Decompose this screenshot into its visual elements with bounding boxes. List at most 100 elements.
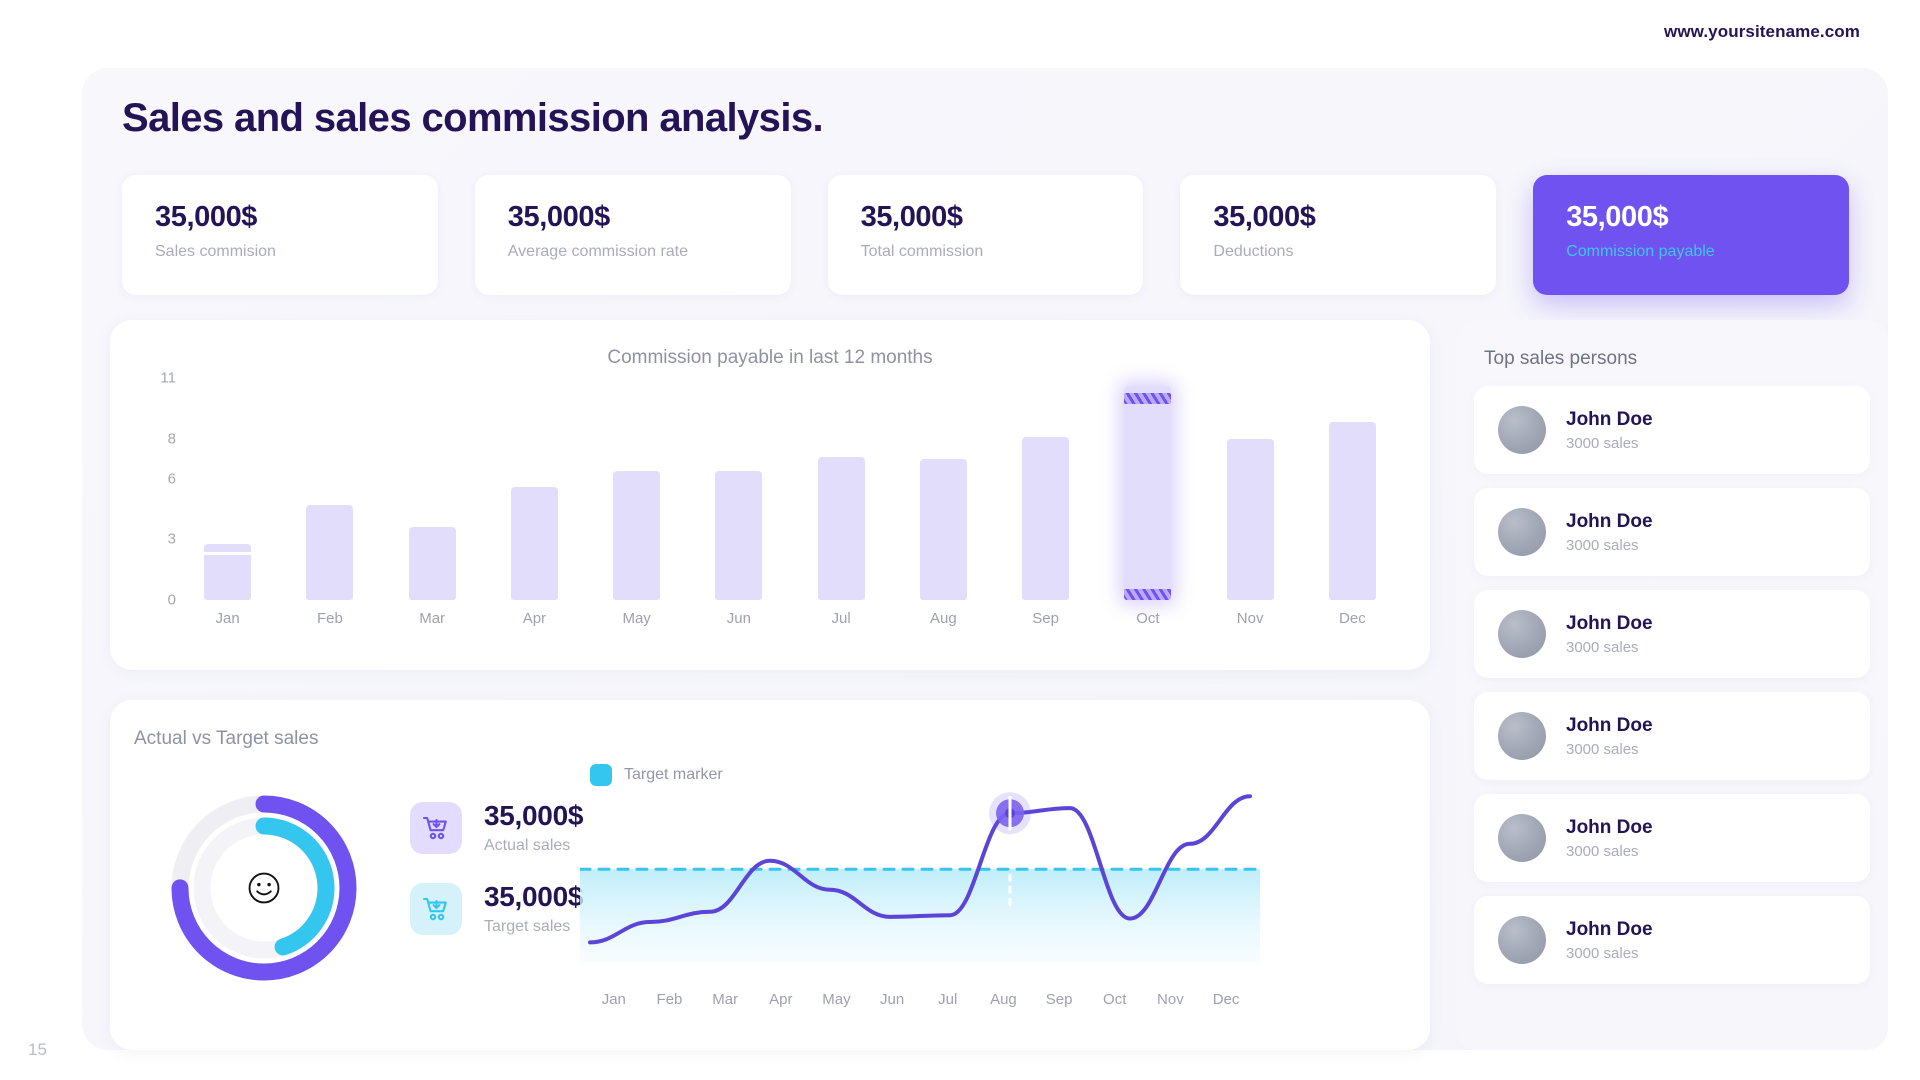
bar-column-nov[interactable]	[1207, 378, 1294, 600]
kpi-value: 35,000$	[155, 201, 258, 233]
bar-x-tick-oct: Oct	[1136, 610, 1160, 627]
bar-column-feb[interactable]	[286, 378, 373, 600]
sales-person-row[interactable]: John Doe 3000 sales	[1474, 794, 1870, 882]
kpi-value: 35,000$	[1566, 201, 1669, 233]
bar-column-apr[interactable]	[491, 378, 578, 600]
stat-value: 35,000$	[484, 881, 584, 912]
bar-y-tick-1: 3	[167, 530, 176, 548]
bar-x-tick-aug: Aug	[930, 610, 957, 627]
bar-mar[interactable]	[408, 527, 456, 600]
bar-x-tick-jul: Jul	[831, 610, 851, 627]
line-x-tick-jan: Jan	[601, 991, 626, 1008]
bar-highlight-stripe-top	[1124, 393, 1172, 405]
sales-person-name: John Doe	[1566, 918, 1653, 940]
bar-column-jul[interactable]	[798, 378, 885, 600]
bar-apr[interactable]	[510, 487, 558, 600]
line-x-tick-nov: Nov	[1157, 991, 1184, 1008]
sales-person-row[interactable]: John Doe 3000 sales	[1474, 692, 1870, 780]
bar-chart-x-axis: Jan Feb Mar Apr May Jun Jul Aug Sep Oct Nov Dec	[184, 610, 1396, 627]
bar-x-tick-apr: Apr	[522, 610, 547, 627]
bar-chart-y-axis: 0 3 6 8 11	[134, 370, 176, 609]
sales-person-row[interactable]: John Doe 3000 sales	[1474, 488, 1870, 576]
sales-person-list: John Doe 3000 sales John Doe 3000 sales John…	[1474, 386, 1870, 998]
sales-person-row[interactable]: John Doe 3000 sales	[1474, 386, 1870, 474]
avatar	[1498, 712, 1546, 760]
sales-stat-0: 35,000$ Actual sales	[410, 800, 583, 855]
line-x-tick-oct: Oct	[1103, 991, 1127, 1008]
sales-person-name: John Doe	[1566, 612, 1653, 634]
page-number: 15	[28, 1040, 47, 1059]
commission-bar-panel: Commission payable in last 12 months 0 3 6…	[110, 320, 1430, 670]
bar-jan[interactable]	[204, 543, 252, 600]
stat-label: Actual sales	[484, 837, 571, 854]
bar-x-tick-feb: Feb	[316, 610, 343, 627]
bar-x-tick-dec: Dec	[1339, 610, 1366, 627]
kpi-card-1[interactable]: 35,000$ Average commission rate	[474, 175, 791, 295]
bar-nov[interactable]	[1226, 438, 1274, 600]
avatar	[1498, 814, 1546, 862]
bar-chart-bars	[184, 378, 1396, 600]
stat-icon-0	[410, 801, 462, 854]
line-x-tick-jul: Jul	[938, 991, 958, 1008]
kpi-card-0[interactable]: 35,000$ Sales commision	[122, 175, 438, 295]
line-x-tick-aug: Aug	[990, 991, 1017, 1008]
bar-highlight-stripe-bottom	[1124, 589, 1172, 600]
bar-y-tick-2: 6	[167, 470, 176, 488]
sales-person-row[interactable]: John Doe 3000 sales	[1474, 590, 1870, 678]
avatar	[1498, 406, 1546, 454]
line-x-tick-sep: Sep	[1045, 991, 1073, 1008]
slide-page: www.yoursitename.com 15 Sales and sales …	[0, 0, 1920, 1080]
kpi-card-4[interactable]: 35,000$ Commission payable	[1533, 175, 1849, 295]
bar-column-jan[interactable]	[184, 378, 271, 600]
bar-chart-title: Commission payable in last 12 months	[607, 347, 933, 368]
bar-feb[interactable]	[306, 505, 354, 600]
stat-value: 35,000$	[484, 800, 584, 831]
bar-x-tick-jun: Jun	[726, 610, 751, 627]
bar-x-tick-may: May	[622, 610, 651, 627]
cart-download-icon	[422, 897, 447, 920]
bar-stack-divider	[204, 551, 252, 555]
kpi-label: Average commission rate	[507, 243, 689, 260]
line-x-tick-may: May	[822, 991, 851, 1008]
bar-y-tick-3: 8	[167, 430, 176, 448]
bar-jun[interactable]	[715, 470, 763, 600]
kpi-card-3[interactable]: 35,000$ Deductions	[1180, 175, 1497, 295]
bar-oct[interactable]	[1124, 386, 1172, 600]
line-chart: Target marker Jan Feb Mar Apr May Jun Jul Aug Se…	[580, 758, 1260, 1008]
line-x-tick-mar: Mar	[712, 991, 739, 1008]
sales-person-name: John Doe	[1566, 714, 1653, 736]
bar-x-tick-mar: Mar	[419, 610, 446, 627]
bar-y-tick-0: 0	[167, 591, 176, 609]
kpi-row: 35,000$ Sales commision 35,000$ Average com…	[122, 175, 1849, 295]
bar-aug[interactable]	[919, 458, 967, 600]
kpi-label: Total commission	[860, 243, 984, 260]
bar-column-sep[interactable]	[1002, 378, 1089, 600]
kpi-value: 35,000$	[507, 201, 610, 233]
line-x-tick-feb: Feb	[656, 991, 683, 1008]
sales-person-row[interactable]: John Doe 3000 sales	[1474, 896, 1870, 984]
sales-person-name: John Doe	[1566, 816, 1653, 838]
bar-column-dec[interactable]	[1309, 378, 1396, 600]
bar-dec[interactable]	[1328, 422, 1376, 600]
line-x-tick-dec: Dec	[1212, 991, 1240, 1008]
sales-stats: 35,000$ Actual sales 35,000$ Target sales	[410, 800, 583, 962]
sales-person-sales: 3000 sales	[1566, 842, 1639, 860]
bar-chart: 0 3 6 8 11 Jan Feb Mar Apr May Jun Jul Aug Sep Oct Nov…	[110, 370, 1430, 668]
line-chart-svg	[580, 792, 1260, 962]
line-chart-x-axis: Jan Feb Mar Apr May Jun Jul Aug Sep Oct Nov Dec	[580, 991, 1260, 1008]
bar-column-jun[interactable]	[695, 378, 782, 600]
top-sales-persons-panel: Top sales persons John Doe 3000 sales John…	[1456, 320, 1888, 1050]
bar-x-tick-jan: Jan	[215, 610, 240, 627]
bar-column-aug[interactable]	[900, 378, 987, 600]
line-x-tick-jun: Jun	[880, 991, 905, 1008]
bar-may[interactable]	[613, 470, 661, 600]
sales-person-sales: 3000 sales	[1566, 638, 1639, 656]
bar-sep[interactable]	[1022, 436, 1070, 600]
kpi-card-2[interactable]: 35,000$ Total commission	[827, 175, 1144, 295]
bar-column-oct[interactable]	[1104, 378, 1191, 600]
site-url: www.yoursitename.com	[1664, 22, 1860, 41]
bar-column-may[interactable]	[593, 378, 680, 600]
kpi-label: Sales commision	[155, 243, 276, 260]
bar-jul[interactable]	[817, 456, 865, 600]
bar-column-mar[interactable]	[389, 378, 476, 600]
